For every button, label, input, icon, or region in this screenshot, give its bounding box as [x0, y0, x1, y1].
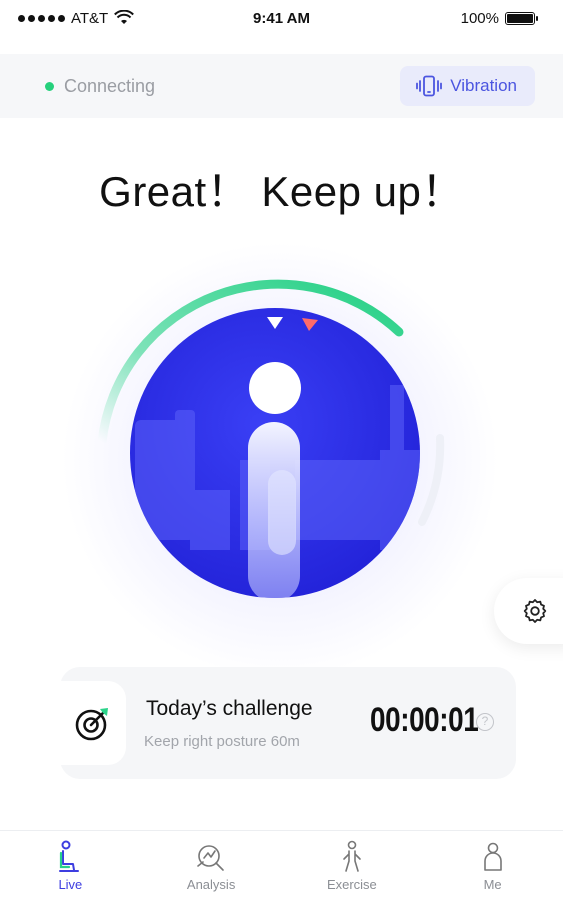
challenge-icon-box [60, 681, 126, 765]
challenge-subtitle: Keep right posture 60m [144, 733, 300, 750]
analysis-icon [197, 845, 224, 871]
status-bar: AT&T 9:41 AM 100% [0, 0, 563, 36]
tab-me[interactable]: Me [422, 831, 563, 900]
vibration-label: Vibration [450, 76, 517, 95]
carrier-label: AT&T [71, 9, 109, 27]
posture-gauge [97, 279, 445, 598]
battery-icon [505, 11, 538, 25]
vibration-button[interactable]: Vibration [400, 66, 535, 106]
vibration-icon [416, 75, 443, 97]
tab-analysis-label: Analysis [186, 877, 236, 892]
connection-label: Connecting [64, 75, 156, 96]
help-icon[interactable]: ? [476, 713, 494, 731]
connection-status: Connecting [45, 76, 155, 97]
target-icon [75, 708, 108, 741]
tab-me-label: Me [483, 877, 502, 892]
gear-icon [523, 599, 547, 623]
challenge-title: Today’s challenge [146, 697, 313, 720]
connection-dot-icon [45, 81, 54, 91]
battery-percent: 100% [460, 9, 499, 27]
page-title: Great！ Keep up！ [99, 168, 464, 215]
exercise-icon [343, 840, 361, 872]
gauge-track [418, 434, 445, 526]
tab-exercise-label: Exercise [326, 877, 377, 892]
tab-live-label: Live [58, 877, 83, 892]
wifi-icon [114, 10, 135, 24]
challenge-card[interactable]: Today’s challenge Keep right posture 60m… [60, 667, 516, 779]
me-icon [483, 842, 502, 871]
tab-analysis[interactable]: Analysis [141, 831, 282, 900]
signal-icon [18, 14, 65, 22]
tab-bar: Live Analysis Exercise Me [0, 830, 563, 900]
status-right: 100% [460, 9, 538, 27]
settings-button[interactable] [494, 578, 563, 644]
tab-exercise[interactable]: Exercise [282, 831, 423, 900]
tab-live[interactable]: Live [0, 831, 141, 900]
challenge-timer: 00:00:01 [370, 701, 479, 739]
live-icon [59, 840, 80, 872]
connection-bar: Connecting Vibration [0, 54, 563, 118]
posture-figure-icon [248, 362, 301, 598]
status-left: AT&T [18, 9, 135, 27]
